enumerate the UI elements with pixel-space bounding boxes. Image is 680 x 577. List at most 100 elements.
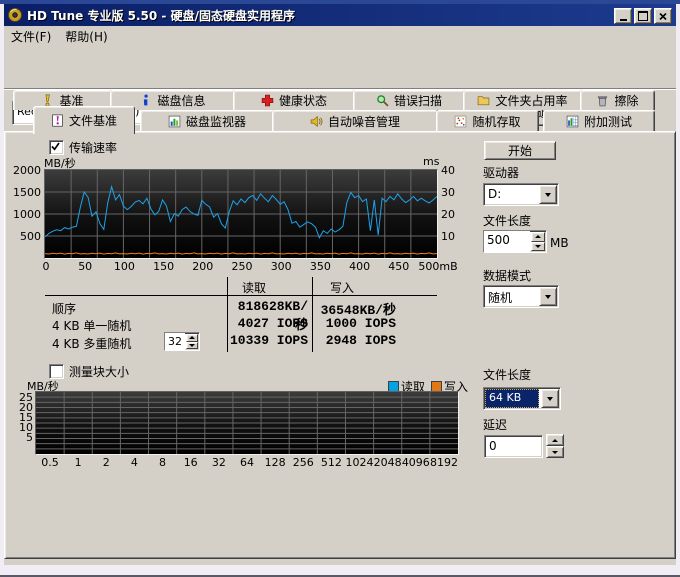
toolbar: Red Hat VirtIO (21 gB) -- ℃ 退出 xyxy=(4,47,676,89)
data-pattern-label: 数据模式 xyxy=(483,267,531,284)
tab-folder-usage[interactable]: 文件夹占用率 xyxy=(463,90,582,110)
delay-value: 0 xyxy=(485,436,542,453)
app-icon xyxy=(7,7,23,23)
tab-disk-monitor[interactable]: 磁盘监视器 xyxy=(140,110,274,132)
block-file-length-select[interactable]: 64 KB xyxy=(483,387,561,410)
menubar: 文件(F) 帮助(H) xyxy=(4,26,676,47)
trash-icon xyxy=(596,94,609,107)
queue-depth-down-icon[interactable] xyxy=(186,342,198,350)
axis-tick: 10 xyxy=(441,230,461,243)
chevron-down-icon[interactable] xyxy=(539,287,557,306)
titlebar[interactable]: HD Tune 专业版 5.50 - 硬盘/固态硬盘实用程序 xyxy=(4,4,676,26)
tab-file-benchmark-label: 文件基准 xyxy=(69,112,117,129)
delay-up-button[interactable] xyxy=(546,434,564,446)
speaker-icon xyxy=(310,115,323,128)
block-size-checkbox[interactable] xyxy=(49,364,64,379)
disk-monitor-icon xyxy=(168,115,181,128)
tab-extra-tests-label: 附加测试 xyxy=(584,113,632,130)
file-length-down-icon[interactable] xyxy=(531,242,545,252)
folder-icon xyxy=(477,94,490,107)
data-pattern-value: 随机 xyxy=(484,286,538,307)
tab-erase-label: 擦除 xyxy=(614,92,638,109)
axis-tick: 500 xyxy=(8,230,41,243)
data-pattern-select[interactable]: 随机 xyxy=(483,285,559,308)
transfer-rate-chart xyxy=(44,169,438,259)
delay-down-button[interactable] xyxy=(546,446,564,458)
close-icon xyxy=(659,13,667,20)
4k-single-read-value: 4027 IOPS xyxy=(230,316,308,331)
menu-file[interactable]: 文件(F) xyxy=(4,26,58,47)
4k-single-write-value: 1000 IOPS xyxy=(318,316,396,331)
tab-random-access-label: 随机存取 xyxy=(472,113,520,130)
delay-label: 延迟 xyxy=(483,416,507,433)
menu-help[interactable]: 帮助(H) xyxy=(58,26,114,47)
tab-disk-info-label: 磁盘信息 xyxy=(157,92,205,109)
table-divider-2 xyxy=(312,277,313,352)
checkmark-icon xyxy=(50,141,61,152)
axis-tick: 500mB xyxy=(413,260,463,273)
transfer-rate-checkbox[interactable] xyxy=(49,140,64,155)
axis-tick: 1000 xyxy=(8,208,41,221)
col-write-header: 写入 xyxy=(330,279,354,296)
file-length-unit: MB xyxy=(550,236,569,250)
table-header-rule xyxy=(45,295,437,296)
tab-aam[interactable]: 自动噪音管理 xyxy=(272,110,438,132)
axis-tick: 2000 xyxy=(8,164,41,177)
drive-label: 驱动器 xyxy=(483,164,519,181)
tab-error-scan[interactable]: 错误扫描 xyxy=(353,90,465,110)
queue-depth-up-icon[interactable] xyxy=(186,334,198,342)
chevron-down-icon[interactable] xyxy=(539,185,557,204)
chart1-ylabel-right: ms xyxy=(423,155,439,168)
block-size-label: 测量块大小 xyxy=(69,363,129,380)
tab-health[interactable]: 健康状态 xyxy=(233,90,355,110)
extra-tests-icon xyxy=(566,115,579,128)
table-divider-1 xyxy=(227,277,228,352)
file-length2-label: 文件长度 xyxy=(483,366,531,383)
row-4k-multi-label: 4 KB 多重随机 xyxy=(52,335,131,352)
tab-health-label: 健康状态 xyxy=(279,92,327,109)
drive-select-value: D: xyxy=(484,184,538,205)
magnifier-icon xyxy=(376,94,389,107)
hd-tune-window: HD Tune 专业版 5.50 - 硬盘/固态硬盘实用程序 文件(F) 帮助(… xyxy=(0,0,680,577)
file-length-up-icon[interactable] xyxy=(531,232,545,242)
file-length-label: 文件长度 xyxy=(483,212,531,229)
row-4k-single-label: 4 KB 单一随机 xyxy=(52,317,131,334)
queue-depth-value: 32 xyxy=(165,333,185,350)
axis-tick: 5 xyxy=(8,431,33,444)
drive-select[interactable]: D: xyxy=(483,183,559,206)
health-cross-icon xyxy=(261,94,274,107)
close-button[interactable] xyxy=(654,8,672,24)
tab-folder-usage-label: 文件夹占用率 xyxy=(495,92,567,109)
file-benchmark-icon xyxy=(51,114,64,127)
chevron-down-icon[interactable] xyxy=(541,389,559,408)
window-title: HD Tune 专业版 5.50 - 硬盘/固态硬盘实用程序 xyxy=(27,7,295,24)
info-icon xyxy=(139,94,152,107)
transfer-rate-label: 传输速率 xyxy=(69,139,117,156)
up-arrow-icon xyxy=(552,439,558,442)
down-arrow-icon xyxy=(552,451,558,454)
axis-tick: 8192 xyxy=(422,456,466,469)
block-file-length-value: 64 KB xyxy=(485,389,539,408)
tab-extra-tests[interactable]: 附加测试 xyxy=(543,110,655,132)
tab-aam-label: 自动噪音管理 xyxy=(328,113,400,130)
scatter-dots-icon xyxy=(454,115,467,128)
tab-error-scan-label: 错误扫描 xyxy=(394,92,442,109)
tab-disk-monitor-label: 磁盘监视器 xyxy=(186,113,246,130)
axis-tick: 30 xyxy=(441,186,461,199)
4k-multi-read-value: 10339 IOPS xyxy=(230,333,308,348)
axis-tick: 20 xyxy=(441,208,461,221)
file-length-spinner[interactable]: 500 xyxy=(483,230,547,253)
4k-multi-write-value: 2948 IOPS xyxy=(318,333,396,348)
tab-random-access[interactable]: 随机存取 xyxy=(436,110,539,132)
col-read-header: 读取 xyxy=(242,279,266,296)
tab-file-benchmark[interactable]: 文件基准 xyxy=(33,106,135,134)
axis-tick: 40 xyxy=(441,164,461,177)
maximize-button[interactable] xyxy=(634,8,652,24)
file-length-value: 500 xyxy=(484,231,530,252)
start-button[interactable]: 开始 xyxy=(484,141,556,160)
tab-erase[interactable]: 擦除 xyxy=(580,90,655,110)
queue-depth-spinner[interactable]: 32 xyxy=(164,332,200,351)
minimize-icon xyxy=(620,19,627,21)
delay-input[interactable]: 0 xyxy=(484,435,543,458)
minimize-button[interactable] xyxy=(614,8,632,24)
